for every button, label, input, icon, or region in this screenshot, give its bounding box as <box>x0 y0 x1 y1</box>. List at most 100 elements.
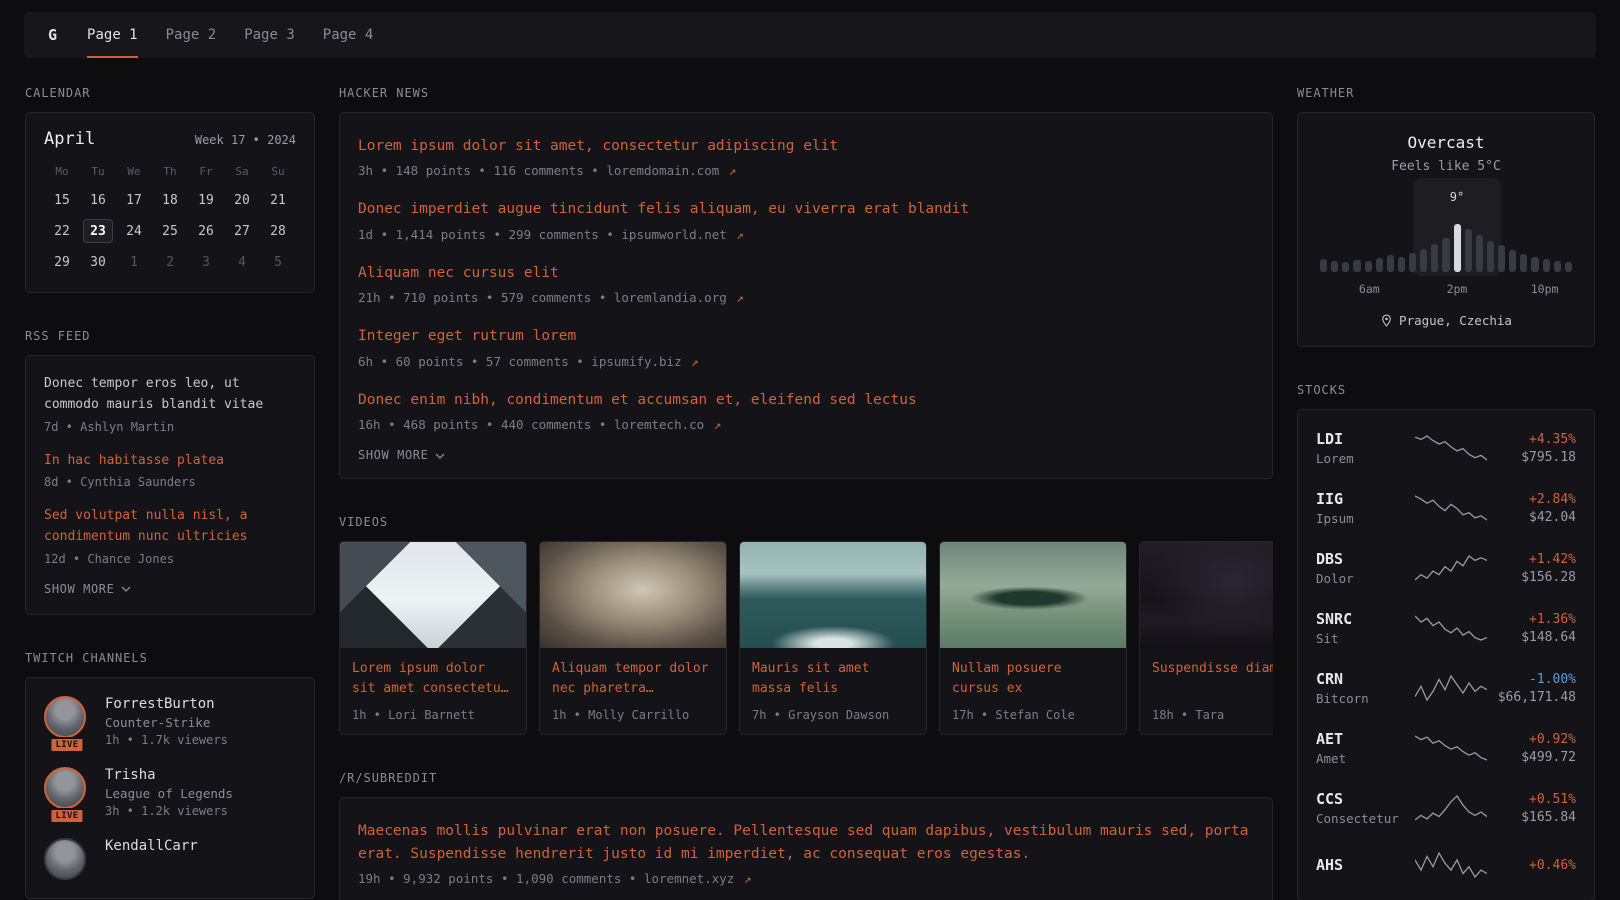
calendar-day: 26 <box>191 219 221 243</box>
calendar-cell: 15 <box>44 188 80 212</box>
calendar-cell: 1 <box>116 250 152 274</box>
channel-game: League of Legends <box>105 786 233 801</box>
weather-bar <box>1431 244 1438 272</box>
weather-bar <box>1320 259 1327 272</box>
item-domain-link[interactable]: ipsumify.biz ↗ <box>591 354 698 369</box>
rss-card: Donec tempor eros leo, ut commodo mauris… <box>25 355 315 615</box>
stock-row[interactable]: LDILorem+4.35%$795.18 <box>1314 418 1578 478</box>
calendar-day-name: Th <box>152 163 188 181</box>
weather-bar <box>1509 250 1516 272</box>
item-domain-link[interactable]: ipsumworld.net ↗ <box>621 227 743 242</box>
item-meta: 3h • 148 points • 116 comments • loremdo… <box>358 163 1254 178</box>
video-thumbnail[interactable] <box>940 542 1126 648</box>
stock-row[interactable]: CCSConsectetur +0.51%$165.84 <box>1314 778 1578 838</box>
video-title[interactable]: Suspendisse diam <box>1152 659 1273 700</box>
calendar-cell: 3 <box>188 250 224 274</box>
rss-show-more-button[interactable]: SHOW MORE <box>44 582 296 596</box>
stock-left: CCSConsectetur <box>1316 790 1408 826</box>
hn-item-title[interactable]: Integer eget rutrum lorem <box>358 325 1254 347</box>
stock-row[interactable]: IIGIpsum+2.84%$42.04 <box>1314 478 1578 538</box>
hn-item-title[interactable]: Aliquam nec cursus elit <box>358 262 1254 284</box>
subreddit-post-title[interactable]: Maecenas mollis pulvinar erat non posuer… <box>358 820 1254 865</box>
stock-spark-wrap <box>1408 673 1494 703</box>
rss-item-title[interactable]: Sed volutpat nulla nisl, a condimentum n… <box>44 506 296 548</box>
stock-row[interactable]: SNRCSit+1.36%$148.64 <box>1314 598 1578 658</box>
item-meta: 7d • Ashlyn Martin <box>44 420 296 434</box>
stock-row[interactable]: AETAmet+0.92%$499.72 <box>1314 718 1578 778</box>
chevron-down-icon <box>435 453 445 459</box>
stock-ticker: CCS <box>1316 790 1408 808</box>
calendar-day: 27 <box>227 219 257 243</box>
video-card[interactable]: Suspendisse diam18h • Tara <box>1139 541 1273 735</box>
calendar-day: 19 <box>191 188 221 212</box>
calendar-day-name: Mo <box>44 163 80 181</box>
twitch-channel-row[interactable]: LIVETrishaLeague of Legends3h • 1.2k vie… <box>44 767 296 818</box>
channel-avatar <box>44 767 86 809</box>
item-domain-link[interactable]: loremtech.co ↗ <box>614 417 721 432</box>
stock-left: DBSDolor <box>1316 550 1408 586</box>
calendar-day-name: We <box>116 163 152 181</box>
video-title[interactable]: Lorem ipsum dolor sit amet consectetu… <box>352 659 514 700</box>
rss-item-title[interactable]: In hac habitasse platea <box>44 451 296 472</box>
video-meta: 1h • Molly Carrillo <box>552 708 714 722</box>
hn-item-title[interactable]: Donec enim nibh, condimentum et accumsan… <box>358 389 1254 411</box>
weather-bar <box>1331 261 1338 272</box>
video-card[interactable]: Aliquam tempor dolor nec pharetra… 1h • M… <box>539 541 727 735</box>
stock-ticker: AHS <box>1316 856 1408 874</box>
stock-price: $795.18 <box>1494 450 1576 465</box>
live-badge: LIVE <box>49 808 84 824</box>
stock-list: LDILorem+4.35%$795.18IIGIpsum+2.84%$42.0… <box>1314 418 1578 892</box>
stocks-card: LDILorem+4.35%$795.18IIGIpsum+2.84%$42.0… <box>1297 409 1595 900</box>
weather-bar <box>1420 249 1427 272</box>
calendar-cell: 27 <box>224 219 260 243</box>
item-domain-link[interactable]: loremlandia.org ↗ <box>614 290 744 305</box>
video-title[interactable]: Nullam posuere cursus ex <box>952 659 1114 700</box>
stock-left: CRNBitcorn <box>1316 670 1408 706</box>
video-thumbnail[interactable] <box>740 542 926 648</box>
tab-page-1[interactable]: Page 1 <box>87 12 138 58</box>
stocks-widget-title: STOCKS <box>1297 383 1595 397</box>
channel-avatar <box>44 696 86 738</box>
tab-page-3[interactable]: Page 3 <box>244 12 295 58</box>
twitch-channel-row[interactable]: KendallCarr <box>44 838 296 880</box>
weather-bar <box>1498 245 1505 272</box>
stock-price: $156.28 <box>1494 570 1576 585</box>
weather-peak-temp: 9° <box>1450 190 1464 204</box>
weather-bar <box>1476 235 1483 272</box>
video-card[interactable]: Nullam posuere cursus ex17h • Stefan Col… <box>939 541 1127 735</box>
weather-widget-title: WEATHER <box>1297 86 1595 100</box>
widget-weather: WEATHER Overcast Feels like 5°C 9° 6am2p… <box>1297 86 1595 347</box>
stock-right: +0.51%$165.84 <box>1494 792 1576 825</box>
hn-show-more-button[interactable]: SHOW MORE <box>358 448 1254 462</box>
item-domain-link[interactable]: loremdomain.com ↗ <box>606 163 736 178</box>
video-thumbnail[interactable] <box>1140 542 1273 648</box>
tab-page-4[interactable]: Page 4 <box>323 12 374 58</box>
stock-right: +1.42%$156.28 <box>1494 552 1576 585</box>
stock-left: AETAmet <box>1316 730 1408 766</box>
stock-row[interactable]: AHS+0.46% <box>1314 838 1578 892</box>
calendar-cell: 26 <box>188 219 224 243</box>
video-card[interactable]: Mauris sit amet massa felis7h • Grayson … <box>739 541 927 735</box>
calendar-cell: 2 <box>152 250 188 274</box>
stock-row[interactable]: CRNBitcorn-1.00%$66,171.48 <box>1314 658 1578 718</box>
app-logo: G <box>48 26 57 44</box>
weather-time-label: 6am <box>1359 282 1380 296</box>
rss-item-title[interactable]: Donec tempor eros leo, ut commodo mauris… <box>44 374 296 416</box>
twitch-channel-row[interactable]: LIVEForrestBurtonCounter-Strike1h • 1.7k… <box>44 696 296 747</box>
video-thumbnail[interactable] <box>340 542 526 648</box>
calendar-day: 15 <box>47 188 77 212</box>
stock-row[interactable]: DBSDolor +1.42%$156.28 <box>1314 538 1578 598</box>
item-meta-text: 12d • Chance Jones <box>44 552 174 566</box>
hn-item-title[interactable]: Lorem ipsum dolor sit amet, consectetur … <box>358 135 1254 157</box>
video-title[interactable]: Aliquam tempor dolor nec pharetra… <box>552 659 714 700</box>
video-card[interactable]: Lorem ipsum dolor sit amet consectetu…1h… <box>339 541 527 735</box>
weather-hourly-chart: 9° <box>1320 216 1572 272</box>
hn-item-title[interactable]: Donec imperdiet augue tincidunt felis al… <box>358 198 1254 220</box>
video-thumbnail[interactable] <box>540 542 726 648</box>
tab-page-2[interactable]: Page 2 <box>166 12 217 58</box>
stock-left: LDILorem <box>1316 430 1408 466</box>
video-body: Mauris sit amet massa felis7h • Grayson … <box>740 648 926 734</box>
calendar-day: 4 <box>227 250 257 274</box>
video-title[interactable]: Mauris sit amet massa felis <box>752 659 914 700</box>
item-domain-link[interactable]: loremnet.xyz ↗ <box>644 871 751 886</box>
